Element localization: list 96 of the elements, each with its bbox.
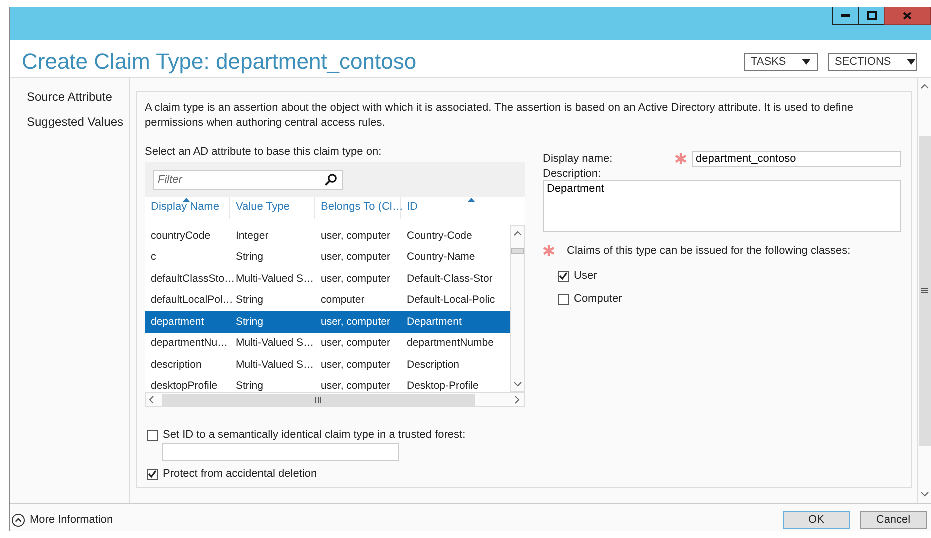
table-cell-text: String — [235, 294, 264, 306]
table-row[interactable]: departmentNu… Multi-Valued S… user, computer departmentNumbe — [145, 332, 510, 354]
checkbox[interactable] — [558, 270, 569, 282]
table-cell-text: String — [235, 316, 264, 328]
text-field[interactable] — [162, 443, 399, 461]
checkbox[interactable] — [558, 294, 569, 304]
table-cell-text: user, computer — [320, 272, 392, 285]
window-title: Create Claim Type: department_contoso — [22, 49, 417, 76]
checkbox[interactable] — [147, 468, 158, 480]
dropdown-menu-button[interactable]: SECTIONS — [828, 53, 917, 71]
table-cell-text: Multi-Valued S… — [235, 358, 315, 371]
table-row[interactable]: description Multi-Valued S… user, computer Description — [145, 354, 510, 376]
scroll-thumb[interactable] — [511, 248, 524, 254]
dropdown-menu-button[interactable]: TASKS — [744, 53, 818, 71]
checkbox[interactable] — [147, 430, 158, 440]
cancel-button[interactable]: Cancel — [860, 511, 927, 529]
table-row[interactable]: defaultLocalPol… String computer Default-Local-Polic — [145, 290, 510, 311]
table-cell-text: departmentNumbe — [406, 337, 495, 350]
column-label: Belongs To (Cl… — [321, 201, 404, 213]
table-row[interactable]: defaultClassSto…Multi-Valued S… user, computer Default-Class-Stor — [145, 268, 510, 290]
column-label: ID — [407, 201, 418, 213]
table-cell-text: user, computer — [320, 316, 392, 328]
table-cell-text: user, computer — [320, 337, 392, 350]
grip-icon — [315, 396, 322, 402]
table-cell-text: Integer — [235, 230, 270, 242]
grip-icon — [921, 288, 928, 294]
minimize-icon — [841, 14, 850, 17]
table-row[interactable]: c String user, computer Country-Name — [145, 246, 510, 268]
column-header[interactable]: ID — [401, 197, 510, 219]
scroll-right-icon — [515, 396, 520, 404]
filter-field[interactable]: Filter — [153, 170, 343, 190]
check-icon — [148, 470, 157, 478]
column-header[interactable]: Display Name — [145, 197, 230, 219]
table-cell-text: Desktop-Profile — [406, 380, 480, 392]
table-cell-text: String — [235, 380, 264, 392]
scroll-up-icon — [920, 84, 928, 89]
close-icon — [903, 12, 912, 20]
table-cell-text: departmentNu… — [150, 337, 230, 350]
table-cell-text: user, computer — [320, 358, 392, 371]
table-cell-text: user, computer — [320, 380, 392, 392]
maximize-icon — [866, 11, 876, 20]
scroll-left-icon — [149, 396, 154, 404]
text-area[interactable]: Department — [543, 180, 901, 232]
text-field[interactable]: department_contoso — [692, 151, 901, 167]
checkbox-label: Protect from accidental deletion — [163, 468, 318, 480]
check-icon — [559, 272, 568, 280]
table-cell-text: Department — [406, 316, 463, 328]
scroll-up-icon — [514, 231, 522, 236]
table-cell-text: String — [235, 251, 264, 264]
column-header[interactable]: Belongs To (Cl… — [315, 197, 401, 219]
table-cell-text: user, computer — [320, 251, 392, 264]
table-cell-text: description — [150, 358, 203, 371]
table-row[interactable]: desktopProfile String user, computer Desktop-Profile — [145, 376, 510, 392]
chevron-up-circle-icon — [12, 514, 25, 526]
table-row[interactable]: countryCode Integer user, computer Country-Code — [145, 225, 510, 246]
selected-row[interactable]: department String user, computer Department — [145, 311, 510, 332]
table-cell-text: Country-Name — [406, 251, 476, 264]
more-information-toggle[interactable]: More Information — [12, 514, 114, 526]
vertical-scrollbar[interactable] — [917, 78, 931, 503]
table-cell-text: c — [150, 251, 158, 264]
table-cell-text: countryCode — [150, 230, 212, 242]
close-button[interactable] — [884, 7, 931, 25]
table-cell-text: desktopProfile — [150, 380, 219, 392]
sidebar-link[interactable]: Source Attribute — [27, 90, 129, 115]
ok-button[interactable]: OK — [783, 511, 850, 529]
table-cell-text: user, computer — [320, 230, 392, 242]
caret-icon — [907, 59, 916, 65]
table-cell-text: computer — [320, 294, 366, 306]
column-header[interactable]: Value Type — [230, 197, 315, 219]
column-label: Display Name — [151, 201, 220, 213]
table-cell-text: Default-Local-Polic — [406, 294, 496, 306]
checkbox-label: Set ID to a semantically identical claim type in a trusted forest: — [163, 429, 466, 441]
checkbox-label: Computer — [574, 293, 622, 305]
field-label: Select an AD attribute to base this claim type on: — [145, 146, 383, 158]
table-cell-text: department — [150, 316, 206, 328]
field-label: Description: — [543, 168, 602, 180]
horizontal-scrollbar[interactable] — [145, 392, 525, 407]
vertical-scrollbar[interactable] — [510, 225, 525, 392]
field-label: Display name: — [543, 153, 614, 165]
table-cell-text: Description — [406, 358, 461, 371]
column-label: Value Type — [236, 201, 290, 213]
intro-text: A claim type is an assertion about the object with which it is associated. The assertion is based on an Active Directory attribute. It is used to define permissions when authoring central access rules. — [145, 101, 854, 131]
caret-icon — [802, 59, 812, 65]
checkbox-label: User — [574, 270, 598, 282]
scroll-down-icon — [920, 492, 928, 497]
sidebar-link[interactable]: Suggested Values — [27, 115, 129, 140]
search-icon — [325, 174, 337, 186]
scroll-down-icon — [514, 382, 522, 387]
field-label: Claims of this type can be issued for the following classes: — [567, 245, 851, 257]
scroll-thumb[interactable] — [162, 394, 475, 406]
table-cell-text: Default-Class-Stor — [406, 272, 494, 285]
minimize-button[interactable] — [832, 7, 859, 25]
table-cell-text: defaultLocalPol… — [150, 294, 230, 306]
table-cell-text: Multi-Valued S… — [235, 337, 315, 350]
scroll-thumb[interactable] — [918, 136, 930, 446]
table-cell-text: Country-Code — [406, 230, 474, 242]
